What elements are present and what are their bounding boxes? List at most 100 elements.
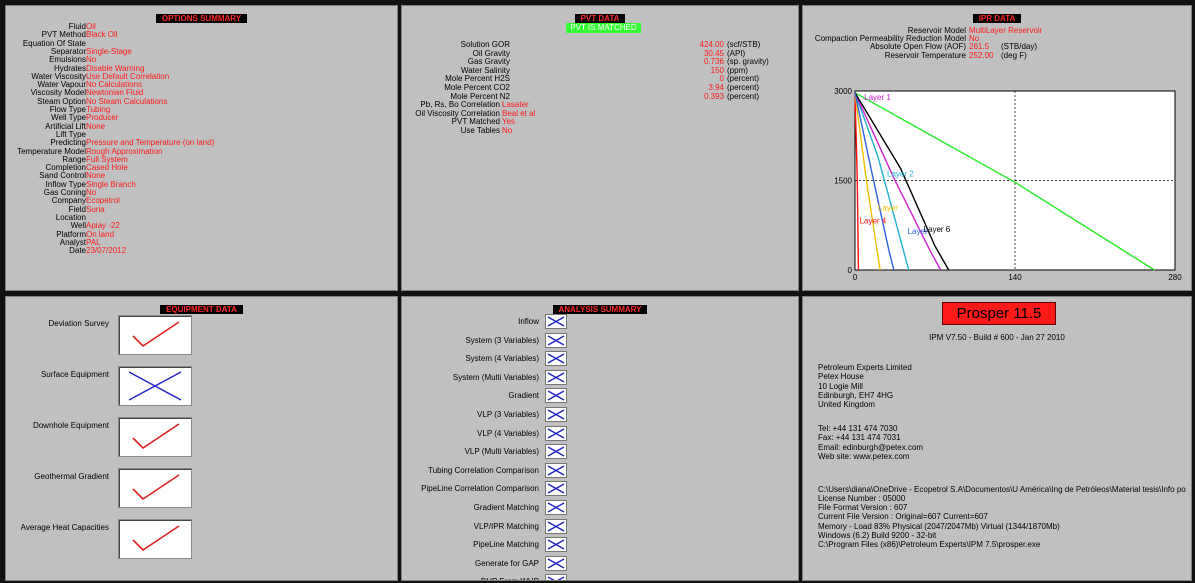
analysis-item-button[interactable]	[545, 462, 567, 478]
license-number: License Number : 05000	[818, 494, 906, 503]
pvt-value: Lasater	[502, 100, 529, 109]
analysis-item-label: VLP/IPR Matching	[473, 521, 539, 531]
equipment-label: Downhole Equipment	[32, 421, 109, 430]
info-line: Windows (6.2) Build 9200 - 32-bit	[818, 530, 937, 540]
product-name: Prosper 11.5	[956, 305, 1042, 322]
options-value: Suria	[86, 204, 105, 214]
pvt-unit: (percent)	[727, 91, 760, 101]
prosper-summary-window: OPTIONS SUMMARY FluidOil PVT MethodBlack …	[0, 0, 1195, 583]
analysis-item-button[interactable]	[545, 388, 567, 404]
cross-icon	[547, 390, 565, 401]
analysis-item-button[interactable]	[545, 425, 567, 441]
check-icon	[132, 525, 180, 552]
info-line: Memory - Load 83% Physical (2047/2047Mb)…	[818, 521, 1060, 531]
cross-icon	[547, 539, 565, 550]
equipment-status-box[interactable]	[118, 519, 192, 559]
info-line: Petex House	[818, 372, 864, 382]
info-line: Edinburgh, EH7 4HG	[818, 390, 894, 400]
analysis-item-label: PipeLine Matching	[473, 540, 539, 550]
options-key: Well	[70, 221, 86, 231]
analysis-item-label: Generate for GAP	[474, 558, 539, 568]
pvt-key: PVT Matched	[451, 117, 500, 127]
analysis-item-button[interactable]	[545, 314, 567, 329]
analysis-item-button[interactable]	[545, 407, 567, 422]
analysis-item-label: PipeLine Correlation Comparison	[421, 484, 539, 494]
y-tick-label: 1500	[834, 177, 852, 186]
analysis-item-button[interactable]	[545, 369, 567, 385]
analysis-item-button[interactable]	[545, 518, 567, 534]
cross-icon	[547, 353, 565, 364]
cross-icon	[547, 521, 565, 532]
pvt-key: Use Tables	[460, 125, 500, 135]
analysis-item-button[interactable]	[545, 500, 567, 515]
pvt-key: Solution GOR	[460, 40, 510, 49]
info-line: Email: edinburgh@petex.com	[818, 442, 924, 452]
analysis-item-label: BHP From WHP	[402, 577, 539, 580]
ipr-key: Reservoir Temperature	[884, 50, 966, 60]
x-tick-label: 280	[1168, 273, 1182, 282]
cross-icon	[547, 576, 565, 580]
options-value: 23/07/2012	[86, 246, 127, 256]
options-summary-panel: OPTIONS SUMMARY FluidOil PVT MethodBlack …	[5, 5, 398, 291]
pvt-value: 424.00	[699, 40, 724, 49]
analysis-item-label: System (4 Variables)	[465, 354, 539, 364]
pvt-unit: (percent)	[727, 83, 760, 92]
options-summary-title: OPTIONS SUMMARY	[155, 14, 248, 23]
analysis-item-button[interactable]	[545, 332, 567, 348]
analysis-item-label: Gradient	[508, 391, 539, 401]
file-path: C:\Users\diana\OneDrive - Ecopetrol S.A\…	[818, 485, 1186, 494]
options-row: EmulsionsNo	[8, 56, 96, 64]
options-row: Date23/07/2012	[8, 247, 126, 255]
pvt-key: Pb, Rs, Bo Correlation	[420, 100, 500, 109]
cross-icon	[547, 335, 565, 346]
layer-label: Layer 4	[860, 216, 887, 225]
info-line: Tel: +44 131 474 7030	[818, 424, 898, 433]
cross-icon	[128, 371, 182, 401]
pvt-value: Yes	[502, 117, 516, 127]
info-line: 10 Logie Mill	[818, 381, 863, 391]
analysis-summary-title: ANALYSIS SUMMARY	[552, 305, 648, 314]
equipment-status-box[interactable]	[118, 468, 192, 508]
info-line: C:\Program Files (x86)\Petroleum Experts…	[818, 540, 1041, 550]
options-value: None	[86, 121, 106, 131]
equipment-data-panel: EQUIPMENT DATA Deviation Survey Surface E…	[5, 296, 398, 581]
about-panel: Prosper 11.5 IPM V7.50 - Build # 600 - J…	[802, 296, 1192, 581]
layer-label: Layer 6	[924, 225, 951, 234]
x-tick-label: 0	[853, 273, 858, 282]
pvt-unit: (scf/STB)	[727, 40, 761, 49]
analysis-item-label: System (Multi Variables)	[452, 372, 539, 382]
cross-icon	[547, 316, 565, 327]
cross-icon	[547, 428, 565, 439]
pvt-key: Gas Gravity	[467, 57, 510, 67]
cross-icon	[547, 558, 565, 569]
pvt-value: No	[502, 125, 513, 135]
ipr-chart[interactable]: 0150030000 140 280Layer 1Layer 2LayerLayer…	[807, 82, 1190, 291]
analysis-item-button[interactable]	[545, 555, 567, 571]
pvt-value: 0.393	[703, 91, 724, 101]
info-line: Petroleum Experts Limited	[818, 363, 912, 372]
pvt-unit: (sp. gravity)	[727, 57, 769, 67]
equipment-label: Average Heat Capacities	[20, 523, 109, 532]
analysis-item-button[interactable]	[545, 444, 567, 460]
check-icon	[132, 474, 180, 501]
analysis-item-label: System (3 Variables)	[465, 335, 539, 345]
build-info: IPM V7.50 - Build # 600 - Jan 27 2010	[929, 333, 1065, 342]
equipment-label: Surface Equipment	[40, 370, 109, 379]
check-icon	[132, 423, 180, 450]
ipr-data-panel: IPR DATA Reservoir Model MultiLayer Reser…	[802, 5, 1192, 291]
cross-icon	[547, 446, 565, 457]
analysis-item-label: VLP (4 Variables)	[477, 428, 539, 438]
analysis-item-button[interactable]	[545, 351, 567, 367]
ipr-plot[interactable]: 0 1500 3000 0 140 280 Layer 1 Layer 2 Layer Layer…	[807, 82, 1190, 291]
equipment-status-box[interactable]	[118, 366, 192, 406]
analysis-item-label: VLP (3 Variables)	[477, 410, 539, 419]
analysis-item-button[interactable]	[545, 574, 567, 580]
ipr-data-title: IPR DATA	[972, 14, 1022, 23]
cross-icon	[547, 502, 565, 513]
analysis-item-button[interactable]	[545, 481, 567, 497]
equipment-status-box[interactable]	[118, 315, 192, 355]
ipr-value: MultiLayer Reservoir	[969, 26, 1043, 35]
equipment-status-box[interactable]	[118, 417, 192, 457]
layer-label: Layer	[878, 203, 898, 212]
analysis-item-button[interactable]	[545, 537, 567, 553]
